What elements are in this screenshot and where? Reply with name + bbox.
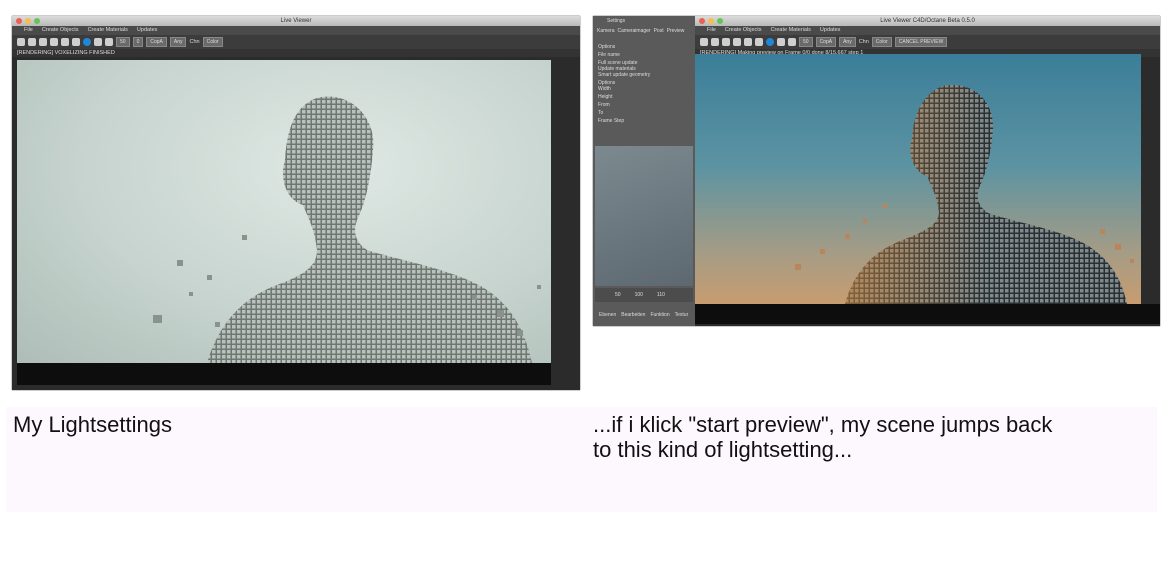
tab-bearbeiten[interactable]: Bearbeiten	[621, 312, 645, 318]
menu-bar: File Create Objects Create Materials Upd…	[695, 26, 1160, 35]
play-icon[interactable]	[50, 38, 58, 46]
target-icon[interactable]	[788, 38, 796, 46]
globe-icon[interactable]	[83, 38, 91, 46]
settings-row[interactable]: Frame Step	[598, 118, 624, 124]
lock-icon[interactable]	[755, 38, 763, 46]
copa-button[interactable]: CopA	[815, 37, 837, 47]
settings-row[interactable]: Height	[598, 94, 612, 100]
settings-panel: Settings Kamera Cameraimager Post Previe…	[593, 16, 695, 326]
timeline-tick: 110	[656, 292, 665, 298]
render-image	[153, 96, 541, 363]
menu-updates[interactable]: Updates	[820, 26, 841, 35]
tab-funktion[interactable]: Funktion	[650, 312, 669, 318]
title-bar: Live Viewer C4D/Octane Beta 0.5.0	[695, 16, 1160, 26]
viewport-wireframe	[595, 146, 693, 286]
channel-select[interactable]: Color	[871, 37, 892, 47]
target-icon[interactable]	[105, 38, 113, 46]
toolbar: 50 0 CopA Any Chn Color	[12, 35, 580, 49]
menu-create-materials[interactable]: Create Materials	[771, 26, 811, 35]
close-button[interactable]	[16, 18, 22, 24]
copa-button[interactable]: CopA	[146, 37, 167, 47]
play-icon[interactable]	[733, 38, 741, 46]
toolbar: 50 CopA Any Chn Color CANCEL PREVIEW	[695, 35, 1160, 49]
minimize-button[interactable]	[708, 18, 714, 24]
any-button[interactable]: Any	[169, 37, 187, 47]
settings-row: File name	[598, 52, 620, 58]
caption-right-line1: ...if i klick "start preview", my scene …	[593, 412, 1053, 437]
lock-icon[interactable]	[72, 38, 80, 46]
settings-tabs: Kamera Cameraimager Post Preview	[597, 28, 684, 34]
refresh-icon[interactable]	[700, 38, 708, 46]
menu-create-objects[interactable]: Create Objects	[42, 26, 79, 35]
cancel-preview-button[interactable]: CANCEL PREVIEW	[894, 37, 948, 47]
maximize-button[interactable]	[717, 18, 723, 24]
render-bottom-bar	[17, 363, 551, 385]
tab-ebenen[interactable]: Ebenen	[599, 312, 616, 318]
right-screenshot: Settings Kamera Cameraimager Post Previe…	[593, 16, 1160, 326]
menu-create-objects[interactable]: Create Objects	[725, 26, 762, 35]
samples-field[interactable]: 50	[799, 37, 813, 47]
gear-icon[interactable]	[61, 38, 69, 46]
tab-kamera[interactable]: Kamera	[597, 28, 615, 34]
any-button[interactable]: Any	[839, 37, 856, 47]
settings-row[interactable]: Smart update geometry	[598, 72, 650, 78]
minimize-button[interactable]	[25, 18, 31, 24]
maximize-button[interactable]	[34, 18, 40, 24]
samples-field[interactable]: 50	[116, 37, 130, 47]
tab-preview[interactable]: Preview	[667, 28, 685, 34]
window-title: Live Viewer C4D/Octane Beta 0.5.0	[880, 18, 975, 24]
camera-icon[interactable]	[94, 38, 102, 46]
status-line: [RENDERING] VOXELIZING FINISHED	[12, 49, 580, 57]
timeline: 50 100 110	[595, 288, 693, 302]
menu-file[interactable]: File	[707, 26, 716, 35]
chn-label: Chn	[858, 39, 869, 45]
caption-right-line2: to this kind of lightsetting...	[593, 437, 853, 462]
bottom-tabs: Ebenen Bearbeiten Funktion Textur	[599, 312, 688, 318]
window-title: Live Viewer	[280, 18, 312, 24]
menu-updates[interactable]: Updates	[137, 26, 158, 35]
settings-title: Settings	[607, 18, 626, 24]
settings-row[interactable]: From	[598, 102, 610, 108]
globe-icon[interactable]	[766, 38, 774, 46]
live-viewer-window: Live Viewer C4D/Octane Beta 0.5.0 File C…	[695, 16, 1160, 326]
stop-icon[interactable]	[711, 38, 719, 46]
refresh-icon[interactable]	[17, 38, 25, 46]
menu-create-materials[interactable]: Create Materials	[88, 26, 128, 35]
close-button[interactable]	[699, 18, 705, 24]
chn-label: Chn	[189, 39, 200, 45]
menu-file[interactable]: File	[24, 26, 33, 35]
tab-cameraimager[interactable]: Cameraimager	[618, 28, 651, 34]
render-bottom-bar	[695, 304, 1160, 324]
menu-bar: File Create Objects Create Materials Upd…	[12, 26, 580, 35]
timeline-tick: 100	[634, 292, 643, 298]
stop-icon[interactable]	[28, 38, 36, 46]
timeline-tick: 50	[615, 292, 621, 298]
channel-select[interactable]: Color	[202, 37, 223, 47]
render-view	[695, 54, 1141, 304]
pause-icon[interactable]	[39, 38, 47, 46]
render-view	[17, 60, 551, 363]
pause-icon[interactable]	[722, 38, 730, 46]
tab-textur[interactable]: Textur	[675, 312, 689, 318]
tab-post[interactable]: Post	[654, 28, 664, 34]
render-image	[795, 84, 1134, 304]
settings-row[interactable]: Width	[598, 86, 611, 92]
caption-left: My Lightsettings	[13, 412, 172, 437]
camera-icon[interactable]	[777, 38, 785, 46]
settings-row[interactable]: To	[598, 110, 603, 116]
left-screenshot: Live Viewer File Create Objects Create M…	[12, 16, 580, 390]
gear-icon[interactable]	[744, 38, 752, 46]
title-bar: Live Viewer	[12, 16, 580, 26]
settings-row: Options	[598, 44, 616, 50]
value-field[interactable]: 0	[132, 37, 144, 47]
